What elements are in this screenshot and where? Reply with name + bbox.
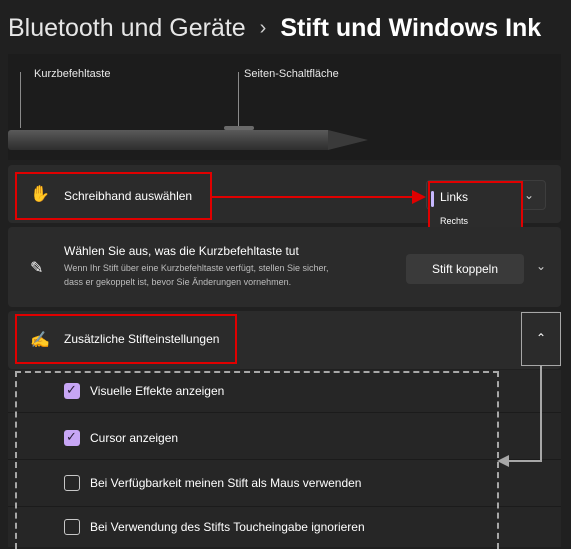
grey-arrow-head [497, 455, 509, 467]
shortcut-title: Wählen Sie aus, was die Kurzbefehltaste … [64, 244, 299, 258]
side-button-label: Seiten-Schaltfläche [244, 68, 339, 80]
additional-settings-highlight [15, 314, 237, 364]
page-title: Stift und Windows Ink [280, 14, 542, 42]
pen-body [8, 130, 328, 150]
handedness-highlight [15, 172, 212, 220]
dashed-outline [15, 371, 499, 549]
pen-tip [328, 130, 368, 150]
shortcut-description-line2: dass er gekoppelt ist, bevor Sie Änderun… [64, 277, 292, 287]
grey-connector-vertical [540, 366, 542, 462]
grey-connector-horizontal [508, 460, 542, 462]
shortcut-pointer-line [20, 72, 21, 128]
breadcrumb-separator: › [259, 17, 267, 39]
breadcrumb-parent[interactable]: Bluetooth und Geräte [8, 14, 246, 42]
arrow-head [412, 190, 426, 204]
chevron-down-icon: ⌄ [524, 188, 535, 202]
chevron-up-icon: ⌃ [536, 331, 547, 345]
pen-side-button [224, 126, 254, 130]
pen-illustration: Kurzbefehltaste Seiten-Schaltfläche [8, 54, 561, 160]
settings-window: Bluetooth und Geräte › Stift und Windows I… [0, 0, 571, 549]
shortcut-description-line1: Wenn Ihr Stift über eine Kurzbefehltaste… [64, 263, 329, 273]
pen-icon: ✎ [30, 260, 44, 277]
breadcrumb: Bluetooth und Geräte › Stift und Windows I… [8, 14, 541, 43]
pair-pen-button[interactable]: Stift koppeln [406, 254, 524, 284]
collapse-button[interactable]: ⌃ [521, 312, 561, 366]
arrow-line [212, 196, 414, 198]
side-button-pointer-line [238, 72, 239, 126]
shortcut-chevron-down-icon[interactable]: ⌄ [536, 259, 546, 273]
shortcut-button-label: Kurzbefehltaste [34, 68, 111, 80]
